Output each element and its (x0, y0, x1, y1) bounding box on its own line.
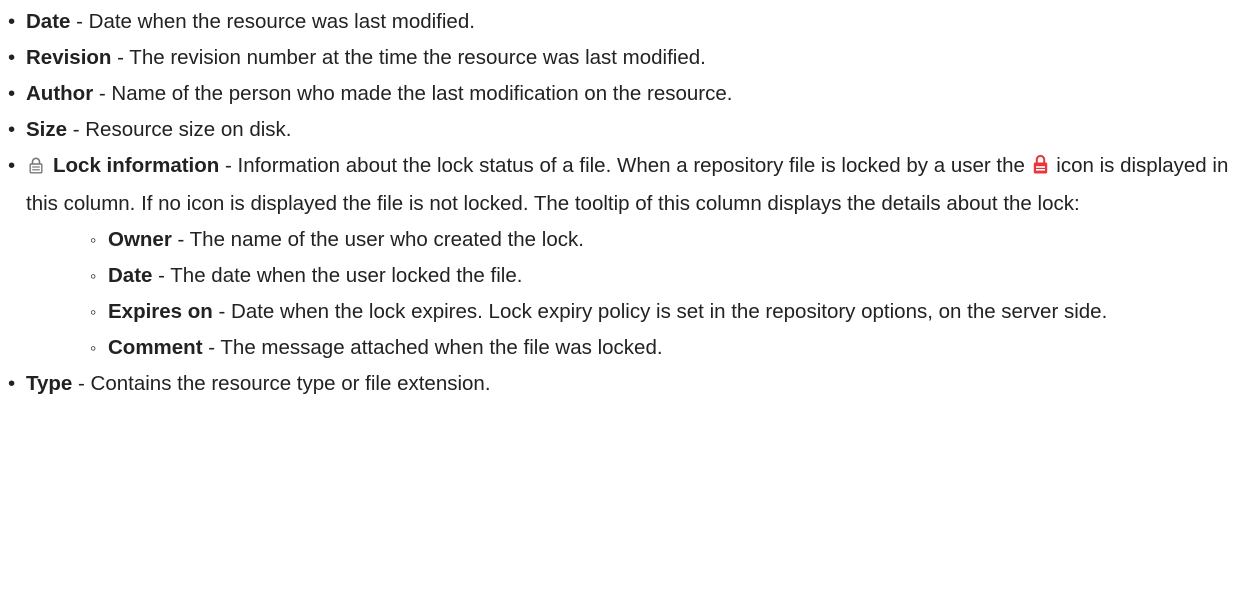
list-item-date: Date - Date when the resource was last m… (8, 4, 1252, 40)
sub-item-expires-on: Expires on - Date when the lock expires.… (90, 294, 1252, 330)
list-item-author: Author - Name of the person who made the… (8, 76, 1252, 112)
term-comment: Comment (108, 336, 203, 359)
lock-details-list: Owner - The name of the user who created… (26, 222, 1252, 366)
desc-revision: - The revision number at the time the re… (111, 46, 706, 69)
term-revision: Revision (26, 46, 112, 69)
desc-lock-before-icon: - Information about the lock status of a… (219, 154, 1031, 177)
desc-size: - Resource size on disk. (67, 118, 292, 141)
sub-item-comment: Comment - The message attached when the … (90, 330, 1252, 366)
desc-lock-date: - The date when the user locked the file… (152, 264, 523, 287)
list-item-size: Size - Resource size on disk. (8, 112, 1252, 148)
lock-gray-icon (29, 150, 43, 186)
lock-red-icon (1033, 150, 1048, 186)
sub-item-date: Date - The date when the user locked the… (90, 258, 1252, 294)
term-type: Type (26, 372, 73, 395)
list-item-revision: Revision - The revision number at the ti… (8, 40, 1252, 76)
desc-date: - Date when the resource was last modifi… (70, 10, 475, 33)
term-expires-on: Expires on (108, 300, 213, 323)
sub-item-owner: Owner - The name of the user who created… (90, 222, 1252, 258)
desc-type: - Contains the resource type or file ext… (72, 372, 491, 395)
desc-expires-on: - Date when the lock expires. Lock expir… (212, 300, 1108, 323)
term-date: Date (26, 10, 71, 33)
desc-comment: - The message attached when the file was… (202, 336, 663, 359)
term-owner: Owner (108, 228, 172, 251)
term-lock-information: Lock information (53, 154, 220, 177)
document-body: Date - Date when the resource was last m… (0, 0, 1252, 402)
desc-owner: - The name of the user who created the l… (171, 228, 584, 251)
term-author: Author (26, 82, 94, 105)
term-size: Size (26, 118, 68, 141)
list-item-type: Type - Contains the resource type or fil… (8, 366, 1252, 402)
term-lock-date: Date (108, 264, 153, 287)
desc-author: - Name of the person who made the last m… (93, 82, 733, 105)
column-list: Date - Date when the resource was last m… (8, 4, 1252, 402)
list-item-lock-information: Lock information - Information about the… (8, 148, 1252, 366)
